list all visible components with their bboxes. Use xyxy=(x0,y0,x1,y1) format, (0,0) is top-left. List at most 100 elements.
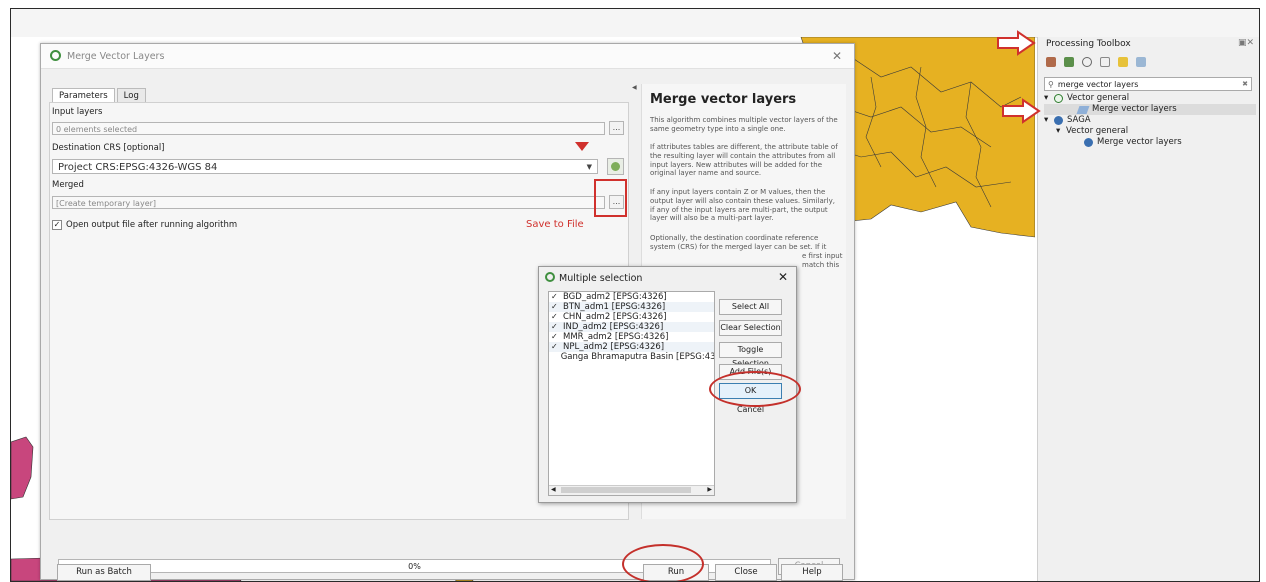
merged-label: Merged xyxy=(52,180,84,190)
destination-crs-combobox[interactable]: Project CRS:EPSG:4326-WGS 84 ▼ xyxy=(52,159,598,174)
app-top-bar xyxy=(11,9,1259,38)
qgis-icon xyxy=(1054,94,1063,103)
algorithm-tree: ▾ Vector general Merge vector layers ▾ S… xyxy=(1044,93,1256,148)
help-button[interactable]: Help xyxy=(781,564,843,581)
close-button[interactable]: Close xyxy=(715,564,777,581)
search-icon: ⚲ xyxy=(1048,79,1054,89)
help-title: Merge vector layers xyxy=(650,92,797,107)
help-paragraph: If any input layers contain Z or M value… xyxy=(650,188,835,223)
toolbox-title: Processing Toolbox xyxy=(1046,39,1131,49)
layer-name: BGD_adm2 [EPSG:4326] xyxy=(563,292,667,302)
list-item[interactable]: ✓ MMR_adm2 [EPSG:4326] xyxy=(549,332,714,342)
select-crs-button[interactable] xyxy=(607,158,624,175)
multiple-selection-title: Multiple selection xyxy=(559,273,643,284)
list-item[interactable]: ✓ CHN_adm2 [EPSG:4326] xyxy=(549,312,714,322)
collapse-arrow-icon[interactable]: ▾ xyxy=(1044,93,1054,104)
checkbox-checked-icon[interactable]: ✓ xyxy=(551,312,560,322)
input-layers-label: Input layers xyxy=(52,107,103,117)
open-output-label: Open output file after running algorithm xyxy=(66,220,238,230)
help-paragraph: This algorithm combines multiple vector … xyxy=(650,116,838,133)
checkbox-checked-icon[interactable]: ✓ xyxy=(551,292,560,302)
tree-group-saga-vector-general[interactable]: ▾ Vector general xyxy=(1044,126,1256,137)
help-paragraph: If attributes tables are different, the … xyxy=(650,143,838,178)
edit-features-icon[interactable] xyxy=(1118,57,1128,67)
screenshot-frame: Processing Toolbox ▣✕ ⚲ merge vector lay… xyxy=(10,8,1260,582)
clear-search-icon[interactable]: ✖ xyxy=(1242,80,1248,88)
checkbox-checked-icon[interactable]: ✓ xyxy=(551,342,560,352)
qgis-logo-icon xyxy=(545,272,555,282)
scroll-left-icon[interactable]: ◀ xyxy=(551,486,556,493)
list-item[interactable]: ✓ NPL_adm2 [EPSG:4326] xyxy=(549,342,714,352)
annotation-arrow-right xyxy=(997,30,1036,56)
map-region-pink-left xyxy=(11,436,34,500)
globe-icon xyxy=(611,162,620,171)
results-icon[interactable] xyxy=(1100,57,1110,67)
input-layers-browse-button[interactable]: ... xyxy=(609,121,624,135)
scroll-thumb[interactable] xyxy=(561,487,691,493)
saga-icon xyxy=(1084,138,1093,147)
annotation-circle-ok xyxy=(709,371,801,407)
checkbox-checked-icon[interactable]: ✓ xyxy=(551,322,560,332)
panel-collapse-handle[interactable]: ◀ xyxy=(632,84,637,91)
close-icon[interactable]: ✕ xyxy=(832,49,842,63)
tree-item-label: Merge vector layers xyxy=(1097,137,1182,147)
tree-item-saga-merge-vector-layers[interactable]: Merge vector layers xyxy=(1044,137,1256,148)
models-icon[interactable] xyxy=(1046,57,1056,67)
scroll-right-icon[interactable]: ▶ xyxy=(707,486,712,493)
destination-crs-label: Destination CRS [optional] xyxy=(52,143,165,153)
tree-item-merge-vector-layers[interactable]: Merge vector layers xyxy=(1044,104,1256,115)
collapse-arrow-icon[interactable]: ▾ xyxy=(1044,115,1054,126)
saga-icon xyxy=(1054,116,1063,125)
close-icon[interactable]: ✕ xyxy=(778,270,788,284)
annotation-arrow-right xyxy=(1002,98,1041,124)
destination-crs-value: Project CRS:EPSG:4326-WGS 84 xyxy=(58,162,218,173)
list-item[interactable]: ✓Ganga Bhramaputra Basin [EPSG:43 xyxy=(549,352,714,362)
tree-group-label: Vector general xyxy=(1067,93,1130,103)
run-as-batch-button[interactable]: Run as Batch Process... xyxy=(57,564,151,581)
list-item[interactable]: ✓ IND_adm2 [EPSG:4326] xyxy=(549,322,714,332)
help-paragraph: match this xyxy=(802,261,840,269)
layer-name: BTN_adm1 [EPSG:4326] xyxy=(563,302,666,312)
horizontal-scrollbar[interactable]: ◀ ▶ xyxy=(549,485,714,495)
input-layers-field: 0 elements selected xyxy=(52,122,605,135)
annotation-arrow-down xyxy=(575,142,589,151)
save-to-file-annotation: Save to File xyxy=(526,219,584,230)
vector-algorithm-icon xyxy=(1076,105,1090,114)
options-icon[interactable] xyxy=(1136,57,1146,67)
processing-toolbox-panel: Processing Toolbox ▣✕ ⚲ merge vector lay… xyxy=(1037,37,1259,581)
toggle-selection-button[interactable]: Toggle Selection xyxy=(719,342,782,368)
toolbox-search-value: merge vector layers xyxy=(1057,79,1139,89)
layer-name: MMR_adm2 [EPSG:4326] xyxy=(563,332,669,342)
toolbox-search-input[interactable]: ⚲ merge vector layers ✖ xyxy=(1044,77,1252,91)
layer-name: NPL_adm2 [EPSG:4326] xyxy=(563,342,665,352)
dialog-title: Merge Vector Layers xyxy=(67,51,165,62)
tab-parameters[interactable]: Parameters xyxy=(52,88,115,103)
scripts-icon[interactable] xyxy=(1064,57,1074,67)
open-output-checkbox[interactable]: ✓ Open output file after running algorit… xyxy=(52,220,237,230)
dialog-titlebar: Merge Vector Layers ✕ xyxy=(41,44,854,69)
panel-float-close-icons[interactable]: ▣✕ xyxy=(1238,38,1254,48)
tree-group-vector-general[interactable]: ▾ Vector general xyxy=(1044,93,1256,104)
checkbox-checked-icon[interactable]: ✓ xyxy=(551,332,560,342)
checkbox-checked-icon[interactable]: ✓ xyxy=(551,302,560,312)
layer-name: IND_adm2 [EPSG:4326] xyxy=(563,322,664,332)
annotation-circle-run xyxy=(622,544,704,581)
list-item[interactable]: ✓ BGD_adm2 [EPSG:4326] xyxy=(549,292,714,302)
clear-selection-button[interactable]: Clear Selection xyxy=(719,320,782,336)
checkbox-unchecked-icon[interactable]: ✓ xyxy=(551,352,558,362)
checkbox-checked-icon: ✓ xyxy=(52,220,62,230)
collapse-arrow-icon[interactable]: ▾ xyxy=(1056,126,1066,137)
history-icon[interactable] xyxy=(1082,57,1092,67)
layer-name: CHN_adm2 [EPSG:4326] xyxy=(563,312,667,322)
tree-provider-label: SAGA xyxy=(1067,115,1091,125)
merged-output-field[interactable]: [Create temporary layer] xyxy=(52,196,605,209)
select-all-button[interactable]: Select All xyxy=(719,299,782,315)
annotation-highlight-box xyxy=(594,179,627,217)
toolbox-toolbar xyxy=(1046,55,1146,69)
list-item[interactable]: ✓ BTN_adm1 [EPSG:4326] xyxy=(549,302,714,312)
tree-provider-saga[interactable]: ▾ SAGA xyxy=(1044,115,1256,126)
qgis-logo-icon xyxy=(50,50,61,61)
tab-log[interactable]: Log xyxy=(116,88,146,103)
tree-group-label: Vector general xyxy=(1066,126,1129,136)
dialog-tabs: Parameters Log xyxy=(52,88,148,103)
